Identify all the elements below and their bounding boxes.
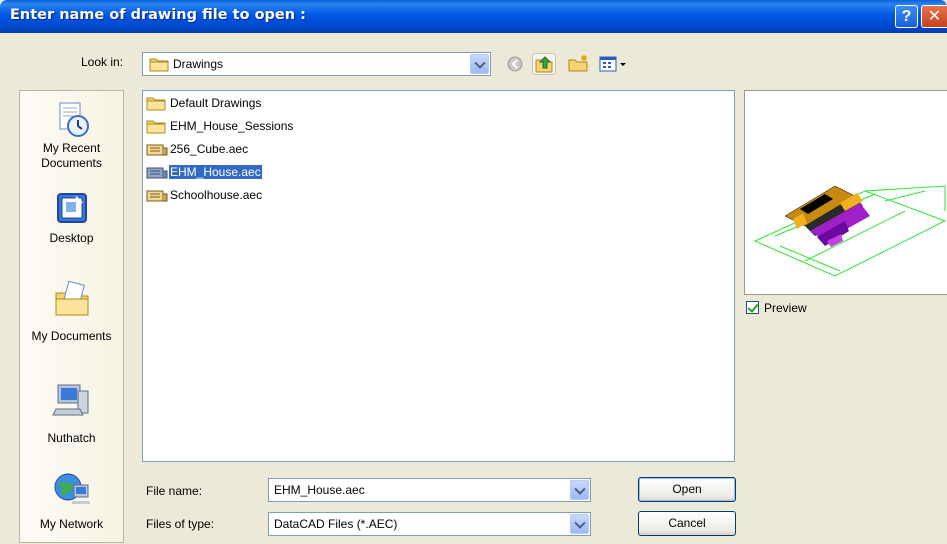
file-name: Schoolhouse.aec [170,188,263,202]
preview-label: Preview [764,301,807,315]
aec-file-icon [146,188,168,206]
desktop-icon [52,189,92,229]
file-type-value: DataCAD Files (*.AEC) [274,517,398,531]
file-list[interactable]: Default Drawings EHM_House_Sessions 256_… [142,90,735,462]
view-menu-button[interactable] [598,53,630,75]
title-bar: Enter name of drawing file to open : ? ✕ [0,0,947,33]
place-label: My Recent [42,141,101,155]
place-label: Documents [41,156,102,170]
file-name-value: EHM_House.aec [274,483,365,497]
network-globe-icon [52,469,92,509]
file-name-dropdown-button[interactable] [570,480,589,500]
my-documents-icon [52,279,92,319]
open-button[interactable]: Open [638,477,736,502]
close-button[interactable]: ✕ [921,5,947,28]
up-folder-button[interactable] [532,53,556,75]
preview-pane [744,90,947,295]
file-name-label: File name: [146,484,203,498]
up-folder-icon [535,56,553,73]
back-button[interactable] [503,53,527,75]
lookin-label: Look in: [81,55,124,69]
place-label: My Documents [31,329,112,343]
folder-icon [146,96,166,114]
file-name: EHM_House_Sessions [170,119,294,133]
place-my-network[interactable]: My Network [20,469,123,532]
drawing-preview-image [753,185,947,277]
new-folder-icon [568,55,588,72]
file-type-select[interactable]: DataCAD Files (*.AEC) [268,512,591,536]
lookin-value: Drawings [173,57,224,71]
recent-documents-icon [52,99,92,139]
cancel-button[interactable]: Cancel [638,511,736,536]
file-name: 256_Cube.aec [170,142,249,156]
file-type-label: Files of type: [146,517,215,531]
close-icon: ✕ [927,8,942,25]
place-desktop[interactable]: Desktop [20,189,123,246]
new-folder-button[interactable] [567,53,591,75]
folder-icon [149,56,169,75]
place-label: Nuthatch [47,431,96,445]
file-name: Default Drawings [170,96,262,110]
place-nuthatch[interactable]: Nuthatch [20,381,123,446]
place-label: Desktop [49,231,94,245]
file-name-combo[interactable]: EHM_House.aec [268,478,591,502]
file-type-dropdown-button[interactable] [570,514,589,534]
place-my-documents[interactable]: My Documents [20,279,123,344]
preview-checkbox[interactable] [746,301,759,314]
aec-file-icon [146,165,168,183]
aec-file-icon [146,142,168,160]
lookin-dropdown[interactable]: Drawings [142,52,491,76]
folder-icon [146,119,166,137]
place-my-recent-documents[interactable]: My Recent Documents [20,99,123,171]
lookin-dropdown-button[interactable] [470,54,489,74]
back-arrow-icon [507,56,523,72]
window-title: Enter name of drawing file to open : [10,7,306,23]
file-name: EHM_House.aec [169,165,262,179]
help-icon: ? [901,8,912,25]
help-button[interactable]: ? [895,5,918,28]
place-label: My Network [39,517,104,531]
places-bar: My Recent Documents Desktop My Documents… [19,90,124,543]
view-menu-icon [599,56,626,72]
computer-icon [51,381,92,421]
